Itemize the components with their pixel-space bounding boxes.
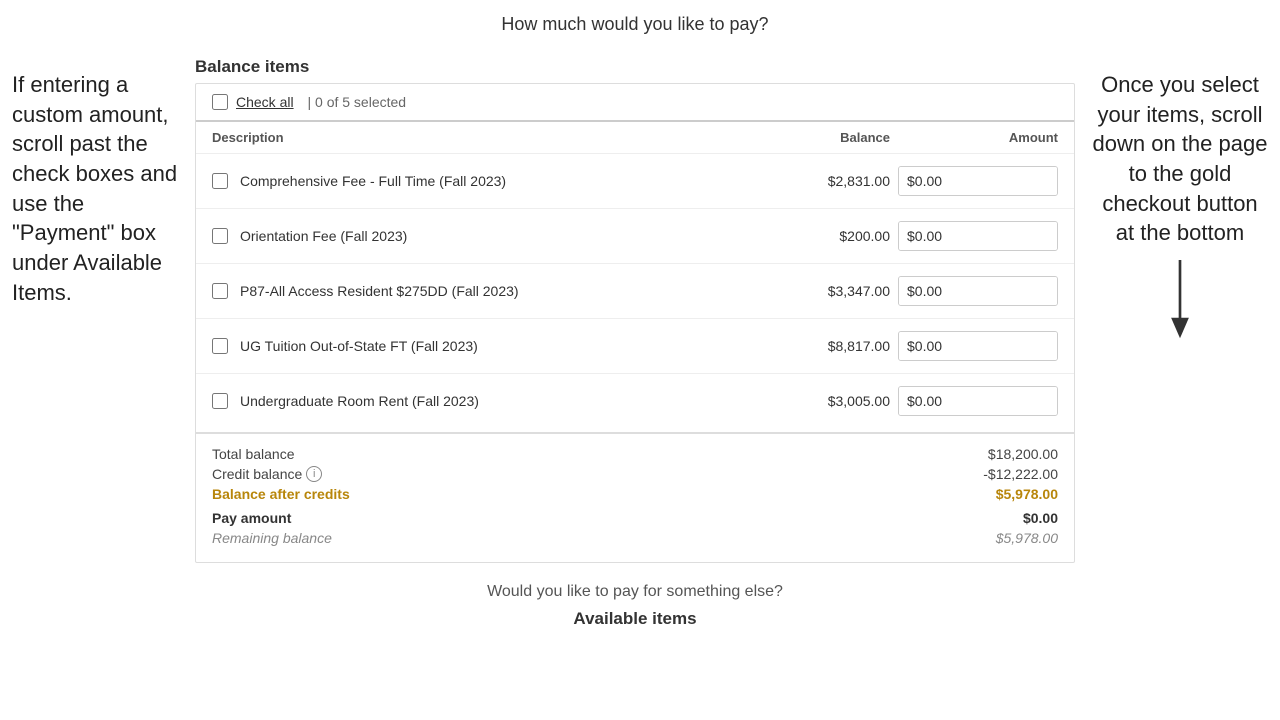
item-checkbox-2[interactable] <box>212 228 228 244</box>
col-amount-header: Amount <box>898 130 1058 145</box>
table-row: Undergraduate Room Rent (Fall 2023) $3,0… <box>196 374 1074 428</box>
item-amount-wrapper-1 <box>898 166 1058 196</box>
table-row: Orientation Fee (Fall 2023) $200.00 <box>196 209 1074 264</box>
total-balance-label: Total balance <box>212 446 295 462</box>
table-row: UG Tuition Out-of-State FT (Fall 2023) $… <box>196 319 1074 374</box>
item-amount-input-3[interactable] <box>899 277 1058 305</box>
table-row: P87-All Access Resident $275DD (Fall 202… <box>196 264 1074 319</box>
check-all-row: Check all | 0 of 5 selected <box>196 84 1074 122</box>
item-balance-1: $2,831.00 <box>790 173 890 189</box>
summary-section: Total balance $18,200.00 Credit balance … <box>196 432 1074 562</box>
credit-balance-label: Credit balance <box>212 466 302 482</box>
table-header: Description Balance Amount <box>196 122 1074 154</box>
left-instruction-text: If entering a custom amount, scroll past… <box>12 72 177 305</box>
check-all-checkbox[interactable] <box>212 94 228 110</box>
col-balance-header: Balance <box>790 130 890 145</box>
available-items-title: Available items <box>195 609 1075 629</box>
total-balance-value: $18,200.00 <box>988 446 1058 462</box>
credit-balance-row: Credit balance i -$12,222.00 <box>212 466 1058 482</box>
item-description-2: Orientation Fee (Fall 2023) <box>240 228 790 244</box>
pay-amount-row: Pay amount $0.00 <box>212 510 1058 526</box>
balance-items-section-title: Balance items <box>195 57 1075 77</box>
right-instruction-text: Once you select your items, scroll down … <box>1093 72 1268 245</box>
credit-balance-value: -$12,222.00 <box>983 466 1058 482</box>
item-description-1: Comprehensive Fee - Full Time (Fall 2023… <box>240 173 790 189</box>
item-description-3: P87-All Access Resident $275DD (Fall 202… <box>240 283 790 299</box>
item-description-4: UG Tuition Out-of-State FT (Fall 2023) <box>240 338 790 354</box>
items-container: Comprehensive Fee - Full Time (Fall 2023… <box>196 154 1074 428</box>
item-amount-wrapper-2 <box>898 221 1058 251</box>
balance-after-credits-label: Balance after credits <box>212 486 350 502</box>
item-amount-input-2[interactable] <box>899 222 1058 250</box>
balance-items-container: Check all | 0 of 5 selected Description … <box>195 83 1075 563</box>
down-arrow <box>1092 260 1268 340</box>
left-instruction: If entering a custom amount, scroll past… <box>0 60 190 318</box>
item-amount-input-1[interactable] <box>899 167 1058 195</box>
pay-amount-value: $0.00 <box>1023 510 1058 526</box>
remaining-balance-value: $5,978.00 <box>996 530 1058 546</box>
selected-count: | 0 of 5 selected <box>304 94 406 110</box>
item-balance-5: $3,005.00 <box>790 393 890 409</box>
remaining-balance-label: Remaining balance <box>212 530 332 546</box>
balance-after-credits-value: $5,978.00 <box>996 486 1058 502</box>
info-icon[interactable]: i <box>306 466 322 482</box>
main-content: How much would you like to pay? Balance … <box>195 0 1075 629</box>
credit-balance-label-wrapper: Credit balance i <box>212 466 322 482</box>
item-amount-wrapper-3 <box>898 276 1058 306</box>
item-amount-wrapper-5 <box>898 386 1058 416</box>
check-all-label[interactable]: Check all <box>236 94 294 110</box>
item-checkbox-3[interactable] <box>212 283 228 299</box>
bottom-question: Would you like to pay for something else… <box>195 583 1075 601</box>
bottom-section: Would you like to pay for something else… <box>195 583 1075 629</box>
item-checkbox-4[interactable] <box>212 338 228 354</box>
item-checkbox-1[interactable] <box>212 173 228 189</box>
item-amount-input-4[interactable] <box>899 332 1058 360</box>
item-checkbox-5[interactable] <box>212 393 228 409</box>
item-amount-input-5[interactable] <box>899 387 1058 415</box>
page-wrapper: If entering a custom amount, scroll past… <box>0 0 1280 720</box>
item-description-5: Undergraduate Room Rent (Fall 2023) <box>240 393 790 409</box>
item-balance-3: $3,347.00 <box>790 283 890 299</box>
right-instruction: Once you select your items, scroll down … <box>1080 60 1280 350</box>
item-balance-4: $8,817.00 <box>790 338 890 354</box>
remaining-balance-row: Remaining balance $5,978.00 <box>212 530 1058 546</box>
pay-amount-label: Pay amount <box>212 510 291 526</box>
item-balance-2: $200.00 <box>790 228 890 244</box>
balance-after-credits-row: Balance after credits $5,978.00 <box>212 486 1058 502</box>
page-title: How much would you like to pay? <box>195 0 1075 45</box>
total-balance-row: Total balance $18,200.00 <box>212 446 1058 462</box>
col-description-header: Description <box>212 130 790 145</box>
item-amount-wrapper-4 <box>898 331 1058 361</box>
table-row: Comprehensive Fee - Full Time (Fall 2023… <box>196 154 1074 209</box>
